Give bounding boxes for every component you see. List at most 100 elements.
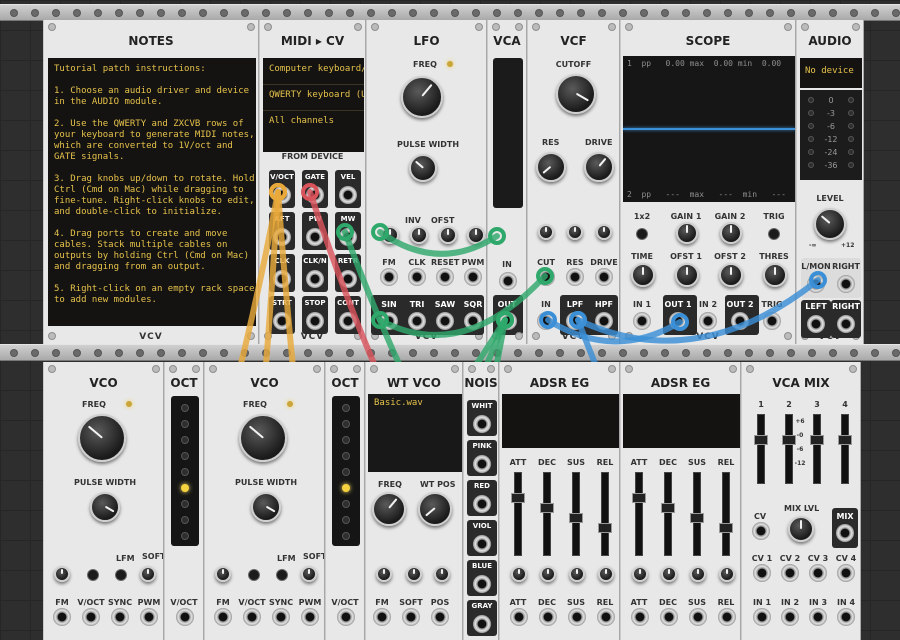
- mod-knob[interactable]: [215, 566, 231, 582]
- mod-knob[interactable]: [569, 566, 585, 582]
- sqr-output-port[interactable]: [464, 312, 482, 330]
- scope-module[interactable]: SCOPE 1 pp 0.00 max 0.00 min 0.00 2 pp -…: [620, 20, 796, 344]
- scope-knob[interactable]: [720, 222, 742, 244]
- envelope-slider[interactable]: [661, 472, 675, 556]
- hpf-port[interactable]: [595, 312, 613, 330]
- vco2-pw-knob[interactable]: [251, 492, 281, 522]
- cv-1-input-port[interactable]: [753, 564, 771, 582]
- in-port[interactable]: [537, 312, 555, 330]
- envelope-slider[interactable]: [719, 472, 733, 556]
- dec-input-port[interactable]: [539, 608, 557, 626]
- in-3-input-port[interactable]: [809, 608, 827, 626]
- oct1-module[interactable]: OCT V/OCT: [164, 362, 204, 640]
- fader-cap[interactable]: [838, 435, 852, 445]
- sus-input-port[interactable]: [568, 608, 586, 626]
- clk-n-output-port[interactable]: [306, 270, 324, 288]
- slider-cap[interactable]: [719, 523, 733, 533]
- audio-device-select[interactable]: No device: [805, 66, 854, 77]
- cv-2-input-port[interactable]: [781, 564, 799, 582]
- soft-input-port[interactable]: [402, 608, 420, 626]
- lfo-mod-knob[interactable]: [467, 226, 485, 244]
- scope-button[interactable]: [636, 228, 648, 240]
- reset-input-port[interactable]: [436, 268, 454, 286]
- vca-in-port[interactable]: [499, 272, 517, 290]
- right-port[interactable]: [837, 275, 855, 293]
- mod-knob[interactable]: [376, 566, 392, 582]
- envelope-slider[interactable]: [569, 472, 583, 556]
- vcf-res-knob[interactable]: [536, 152, 566, 182]
- vcf-cutoff-knob[interactable]: [556, 74, 596, 114]
- cont-output-port[interactable]: [339, 312, 357, 330]
- fm-input-port[interactable]: [214, 608, 232, 626]
- toggle-button[interactable]: [276, 569, 288, 581]
- lfo-freq-knob[interactable]: [401, 76, 443, 118]
- scope-button[interactable]: [768, 228, 780, 240]
- vca-out-port[interactable]: [499, 312, 517, 330]
- fm-input-port[interactable]: [53, 608, 71, 626]
- mod-knob[interactable]: [301, 566, 317, 582]
- gate-output-port[interactable]: [306, 186, 324, 204]
- drive-input-port[interactable]: [595, 268, 613, 286]
- vca-mix-module[interactable]: VCA MIX 1 2 3 4 +6 -0 -6 -12 CV MIX LVL MIX CV 1 IN 1…: [741, 362, 861, 640]
- mix-cv-port[interactable]: [752, 522, 770, 540]
- midi-cv-module[interactable]: MIDI ▸ CV Computer keyboard/m QWERTY key…: [259, 20, 366, 344]
- vco2-module[interactable]: VCO FREQ PULSE WIDTH LFM SOFT FM V/OCT SYNC PWM: [204, 362, 325, 640]
- channel-fader[interactable]: [838, 414, 852, 484]
- cut-input-port[interactable]: [537, 268, 555, 286]
- notes-text-area[interactable]: Tutorial patch instructions: 1. Choose a…: [48, 58, 256, 326]
- pw-output-port[interactable]: [306, 228, 324, 246]
- aft-output-port[interactable]: [273, 228, 291, 246]
- mod-knob[interactable]: [690, 566, 706, 582]
- rel-input-port[interactable]: [597, 608, 615, 626]
- tri-output-port[interactable]: [408, 312, 426, 330]
- red-output-port[interactable]: [473, 495, 491, 513]
- vco1-module[interactable]: VCO FREQ PULSE WIDTH LFM SOFT FM V/OCT SYNC PWM: [43, 362, 164, 640]
- audio-level-knob[interactable]: [814, 208, 846, 240]
- in-1-port[interactable]: [633, 312, 651, 330]
- scope-knob[interactable]: [763, 263, 787, 287]
- vco1-pw-knob[interactable]: [90, 492, 120, 522]
- v-oct-output-port[interactable]: [273, 186, 291, 204]
- toggle-button[interactable]: [115, 569, 127, 581]
- wt-vco-module[interactable]: WT VCO Basic.wav FREQ WT POS FM SOFT POS: [365, 362, 463, 640]
- v-oct-input-port[interactable]: [82, 608, 100, 626]
- slider-cap[interactable]: [690, 513, 704, 523]
- noise-module[interactable]: NOIS WHIT PINK RED VIOL BLUE GRAY: [463, 362, 499, 640]
- mod-knob[interactable]: [406, 566, 422, 582]
- mod-knob[interactable]: [540, 566, 556, 582]
- lfo-module[interactable]: LFO FREQ PULSE WIDTH INV OFST VCV FM CLK R…: [366, 20, 487, 344]
- in-1-input-port[interactable]: [753, 608, 771, 626]
- scope-knob[interactable]: [676, 222, 698, 244]
- wt-pos-knob[interactable]: [418, 492, 452, 526]
- vcf-drive-knob[interactable]: [584, 152, 614, 182]
- clk-output-port[interactable]: [273, 270, 291, 288]
- mix-level-knob[interactable]: [788, 516, 814, 542]
- strt-output-port[interactable]: [273, 312, 291, 330]
- inv-knob[interactable]: [410, 226, 428, 244]
- mod-knob[interactable]: [538, 224, 554, 240]
- midi-channel-select[interactable]: All channels: [269, 116, 334, 127]
- notes-module[interactable]: NOTES Tutorial patch instructions: 1. Ch…: [43, 20, 259, 344]
- toggle-button[interactable]: [248, 569, 260, 581]
- ofst-knob[interactable]: [439, 226, 457, 244]
- right-port[interactable]: [837, 315, 855, 333]
- adsr1-module[interactable]: ADSR EG ATT ATT DEC DEC SUS SUS REL REL: [499, 362, 620, 640]
- sus-input-port[interactable]: [689, 608, 707, 626]
- scope-knob[interactable]: [631, 263, 655, 287]
- v-oct-output-port[interactable]: [337, 608, 355, 626]
- saw-output-port[interactable]: [436, 312, 454, 330]
- slider-cap[interactable]: [661, 503, 675, 513]
- stop-output-port[interactable]: [306, 312, 324, 330]
- mod-knob[interactable]: [598, 566, 614, 582]
- envelope-slider[interactable]: [540, 472, 554, 556]
- trig-port[interactable]: [763, 312, 781, 330]
- midi-device-select[interactable]: QWERTY keyboard (US: [269, 90, 364, 101]
- sync-input-port[interactable]: [272, 608, 290, 626]
- pink-output-port[interactable]: [473, 455, 491, 473]
- out-1-port[interactable]: [669, 312, 687, 330]
- mod-knob[interactable]: [719, 566, 735, 582]
- slider-cap[interactable]: [569, 513, 583, 523]
- retr-output-port[interactable]: [339, 270, 357, 288]
- slider-cap[interactable]: [540, 503, 554, 513]
- fm-input-port[interactable]: [380, 268, 398, 286]
